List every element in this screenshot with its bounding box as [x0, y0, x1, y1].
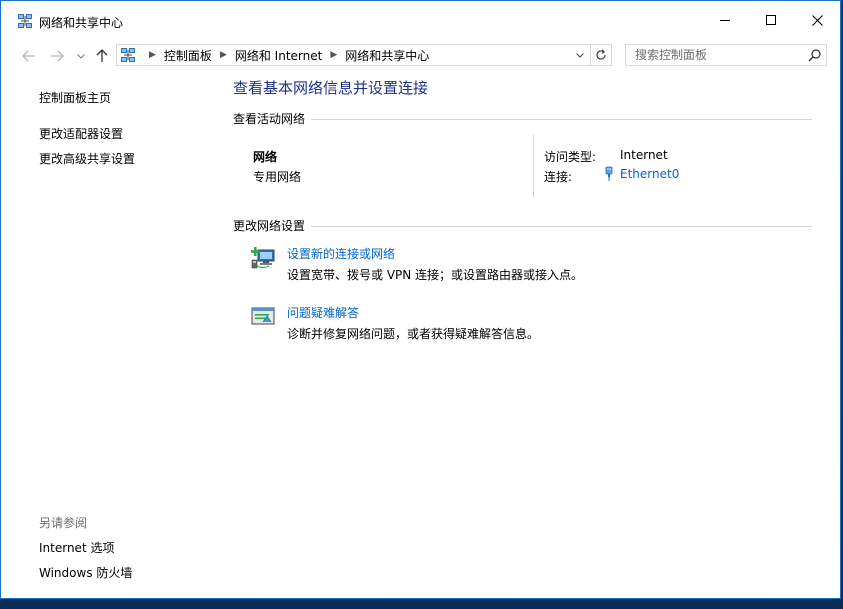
main-content: 查看基本网络信息并设置连接 查看活动网络 网络 专用网络 访问类型: Inter… — [233, 73, 812, 598]
refresh-icon — [596, 49, 606, 60]
network-category: 专用网络 — [253, 170, 302, 184]
arrow-up-icon — [96, 49, 108, 62]
breadcrumb-network-sharing-center[interactable]: 网络和共享中心 — [345, 47, 429, 64]
search-input[interactable] — [626, 45, 804, 65]
windows-firewall-link[interactable]: Windows 防火墙 — [39, 564, 132, 581]
chevron-down-icon — [77, 53, 85, 59]
breadcrumb-network-internet[interactable]: 网络和 Internet — [235, 47, 322, 64]
maximize-icon — [766, 15, 776, 25]
new-connection-icon — [251, 247, 275, 269]
minimize-button[interactable] — [702, 1, 748, 39]
setup-connection-description: 设置宽带、拨号或 VPN 连接；或设置路由器或接入点。 — [287, 268, 584, 282]
change-adapter-settings-link[interactable]: 更改适配器设置 — [39, 125, 123, 142]
vertical-divider — [533, 135, 534, 197]
up-button[interactable] — [91, 45, 113, 67]
change-settings-label: 更改网络设置 — [233, 218, 306, 233]
setup-connection-link[interactable]: 设置新的连接或网络 — [287, 245, 395, 262]
troubleshoot-icon — [251, 307, 275, 325]
forward-button[interactable] — [46, 45, 68, 67]
search-icon[interactable] — [806, 47, 822, 63]
search-box[interactable] — [625, 44, 827, 66]
arrow-right-icon — [51, 50, 64, 62]
access-type-label: 访问类型: — [544, 150, 597, 164]
connections-label: 连接: — [544, 170, 573, 184]
active-networks-label: 查看活动网络 — [233, 111, 306, 126]
close-button[interactable] — [794, 1, 840, 39]
address-bar[interactable]: ▶ 控制面板 ▶ 网络和 Internet ▶ 网络和共享中心 — [116, 44, 612, 66]
section-divider — [311, 225, 812, 227]
breadcrumb-separator-icon[interactable]: ▶ — [330, 50, 337, 60]
troubleshoot-description: 诊断并修复网络问题，或者获得疑难解答信息。 — [287, 327, 540, 341]
recent-locations-button[interactable] — [73, 45, 89, 67]
maximize-button[interactable] — [748, 1, 794, 39]
navigation-bar: ▶ 控制面板 ▶ 网络和 Internet ▶ 网络和共享中心 — [1, 39, 840, 73]
network-computers-icon — [17, 13, 33, 29]
section-divider — [311, 118, 812, 120]
network-computers-icon — [120, 47, 136, 63]
active-networks-section-header: 查看活动网络 — [233, 110, 812, 126]
left-navigation-pane: 控制面板主页 更改适配器设置 更改高级共享设置 另请参阅 Internet 选项… — [1, 73, 216, 598]
breadcrumb-separator-icon[interactable]: ▶ — [220, 50, 227, 60]
ethernet-connection-link[interactable]: Ethernet0 — [603, 166, 679, 182]
refresh-button[interactable] — [590, 45, 611, 65]
network-name: 网络 — [253, 150, 278, 164]
see-also-label: 另请参阅 — [39, 516, 88, 530]
back-button[interactable] — [18, 45, 40, 67]
control-panel-home-link[interactable]: 控制面板主页 — [39, 89, 111, 106]
ethernet-plug-icon — [605, 166, 613, 181]
breadcrumb: ▶ 控制面板 ▶ 网络和 Internet ▶ 网络和共享中心 — [141, 45, 429, 65]
breadcrumb-control-panel[interactable]: 控制面板 — [164, 47, 212, 64]
page-title: 查看基本网络信息并设置连接 — [233, 79, 429, 97]
breadcrumb-separator-icon[interactable]: ▶ — [149, 50, 156, 60]
chevron-down-icon — [576, 52, 584, 58]
internet-options-link[interactable]: Internet 选项 — [39, 539, 114, 556]
change-advanced-sharing-link[interactable]: 更改高级共享设置 — [39, 150, 135, 167]
arrow-left-icon — [22, 50, 35, 62]
window-title: 网络和共享中心 — [39, 16, 124, 30]
minimize-icon — [720, 20, 730, 21]
close-icon — [811, 14, 823, 26]
troubleshoot-link[interactable]: 问题疑难解答 — [287, 304, 359, 321]
title-bar[interactable]: 网络和共享中心 — [1, 1, 840, 39]
connection-name[interactable]: Ethernet0 — [620, 167, 679, 181]
change-settings-section-header: 更改网络设置 — [233, 217, 812, 233]
address-dropdown-button[interactable] — [571, 45, 589, 65]
network-sharing-center-window: 网络和共享中心 ▶ 控制面板 ▶ 网络和 Internet ▶ 网络和共享中心 … — [0, 0, 841, 599]
access-type-value: Internet — [620, 148, 668, 162]
